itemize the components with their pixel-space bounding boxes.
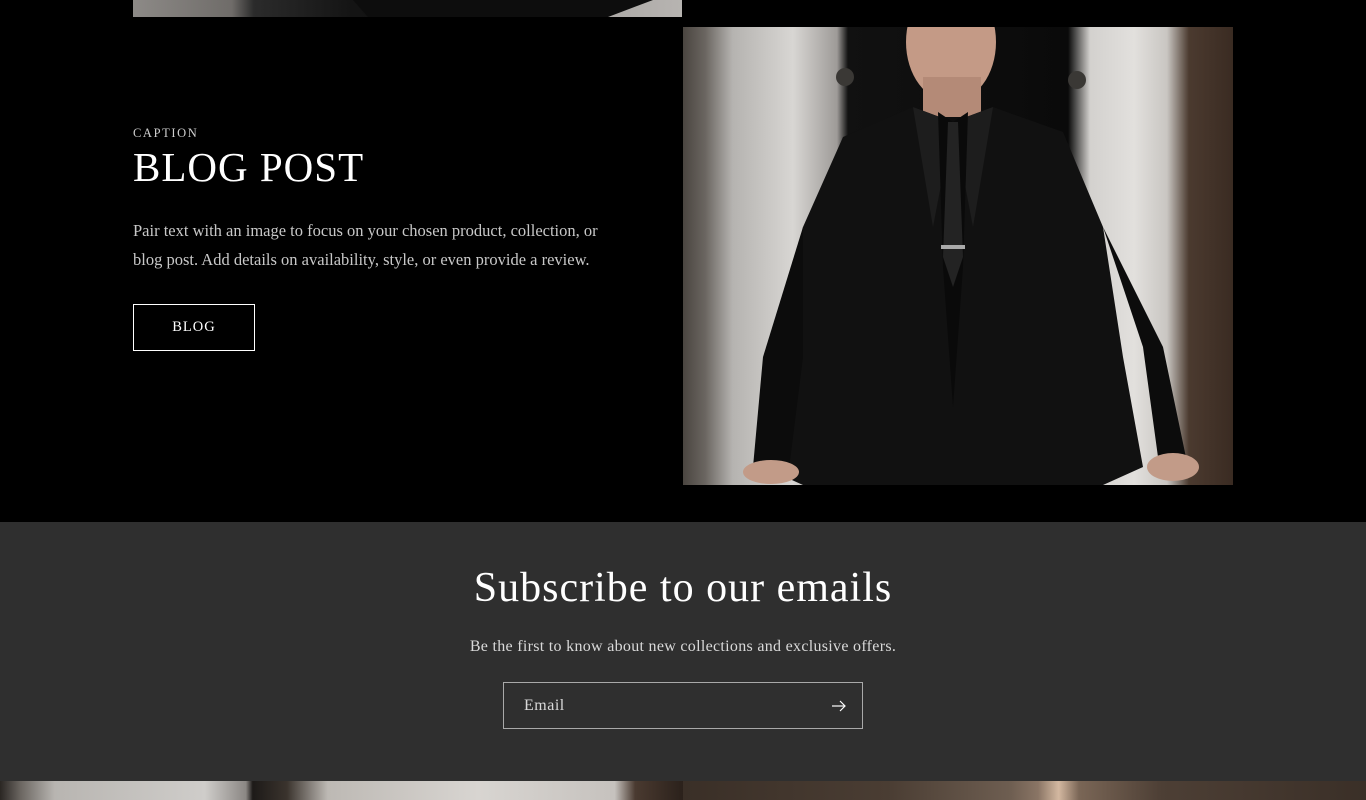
caption: CAPTION: [133, 126, 199, 140]
model-suit-image: [683, 27, 1233, 485]
image-with-text-content: CAPTION BLOG POST Pair text with an imag…: [133, 126, 613, 352]
section-heading: BLOG POST: [133, 144, 365, 190]
arrow-right-icon[interactable]: [830, 697, 848, 715]
next-section-image-right: [683, 781, 1366, 800]
newsletter-section: Subscribe to our emails Be the first to …: [0, 522, 1366, 781]
blog-button[interactable]: BLOG: [133, 304, 255, 352]
image-with-text-section: CAPTION BLOG POST Pair text with an imag…: [0, 17, 1366, 522]
previous-section-image: [133, 0, 682, 17]
newsletter-subtitle: Be the first to know about new collectio…: [469, 638, 897, 655]
suit-photo-illustration: [743, 27, 1199, 485]
section-description: Pair text with an image to focus on your…: [133, 221, 598, 270]
email-field-wrapper: [503, 682, 863, 729]
newsletter-title: Subscribe to our emails: [473, 565, 893, 611]
next-section-image-left: [0, 781, 683, 800]
email-field[interactable]: [504, 683, 814, 728]
